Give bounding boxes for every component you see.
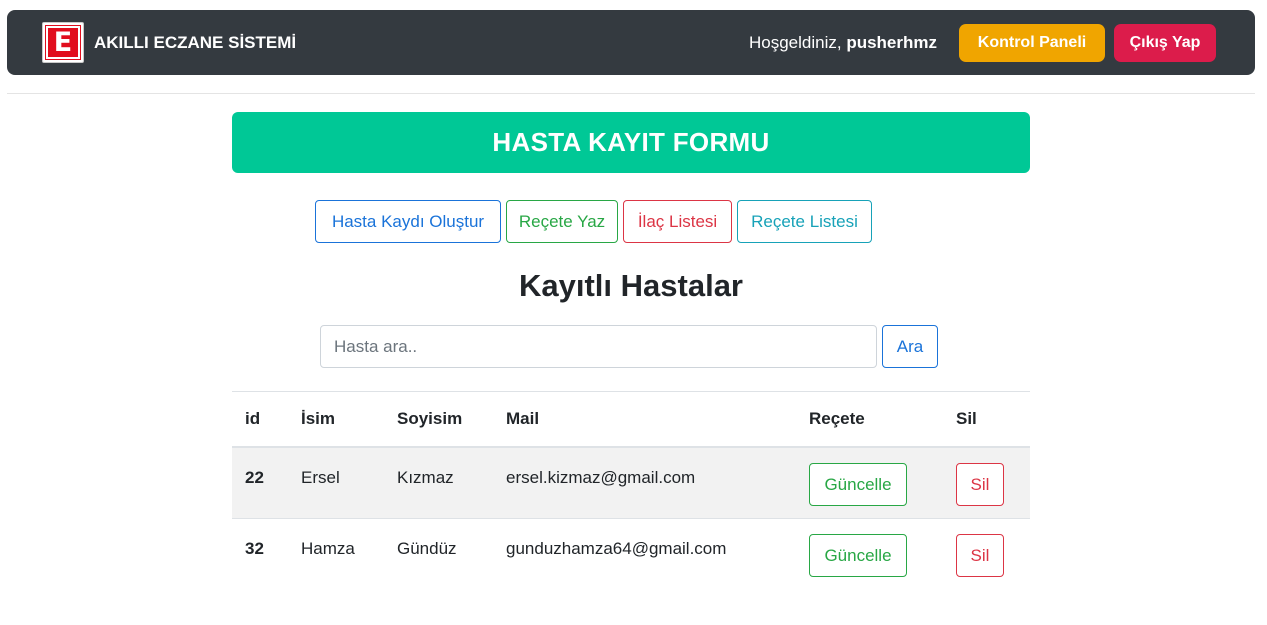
prescription-list-button[interactable]: Reçete Listesi [737, 200, 872, 243]
write-prescription-button[interactable]: Reçete Yaz [506, 200, 618, 243]
row-id: 22 [245, 468, 264, 487]
page-title: Kayıtlı Hastalar [519, 268, 743, 303]
navbar: E AKILLI ECZANE SİSTEMİ Hoşgeldiniz, pus… [7, 10, 1255, 75]
pharmacy-logo-icon[interactable]: E [42, 22, 84, 63]
row-name: Hamza [301, 539, 355, 558]
brand-title[interactable]: AKILLI ECZANE SİSTEMİ [94, 10, 296, 75]
update-button[interactable]: Güncelle [809, 534, 907, 577]
row-id: 32 [245, 539, 264, 558]
delete-button[interactable]: Sil [956, 534, 1004, 577]
create-patient-button[interactable]: Hasta Kaydı Oluştur [315, 200, 501, 243]
row-surname: Gündüz [397, 539, 457, 558]
row-mail: ersel.kizmaz@gmail.com [506, 468, 696, 487]
form-banner: HASTA KAYIT FORMU [232, 112, 1030, 173]
update-button[interactable]: Güncelle [809, 463, 907, 506]
row-mail: gunduzhamza64@gmail.com [506, 539, 727, 558]
search-input[interactable] [320, 325, 877, 368]
table-row: 32 Hamza Gündüz gunduzhamza64@gmail.com … [232, 519, 1030, 590]
header-name: İsim [301, 409, 336, 428]
drug-list-button[interactable]: İlaç Listesi [623, 200, 732, 243]
header-surname: Soyisim [397, 409, 463, 428]
header-mail: Mail [506, 409, 540, 428]
table-row: 22 Ersel Kızmaz ersel.kizmaz@gmail.com G… [232, 448, 1030, 519]
welcome-message: Hoşgeldiniz, pusherhmz [749, 10, 937, 75]
logo-letter: E [53, 27, 73, 58]
header-prescription: Reçete [809, 409, 865, 428]
row-name: Ersel [301, 468, 340, 487]
logout-button[interactable]: Çıkış Yap [1114, 24, 1216, 62]
username: pusherhmz [846, 33, 938, 52]
divider [7, 93, 1255, 94]
header-id: id [245, 409, 261, 428]
welcome-prefix: Hoşgeldiniz, [749, 33, 847, 52]
search-button[interactable]: Ara [882, 325, 938, 368]
table-header: id İsim Soyisim Mail Reçete Sil [232, 392, 1030, 447]
control-panel-button[interactable]: Kontrol Paneli [959, 24, 1105, 62]
header-delete: Sil [956, 409, 977, 428]
delete-button[interactable]: Sil [956, 463, 1004, 506]
row-surname: Kızmaz [397, 468, 454, 487]
